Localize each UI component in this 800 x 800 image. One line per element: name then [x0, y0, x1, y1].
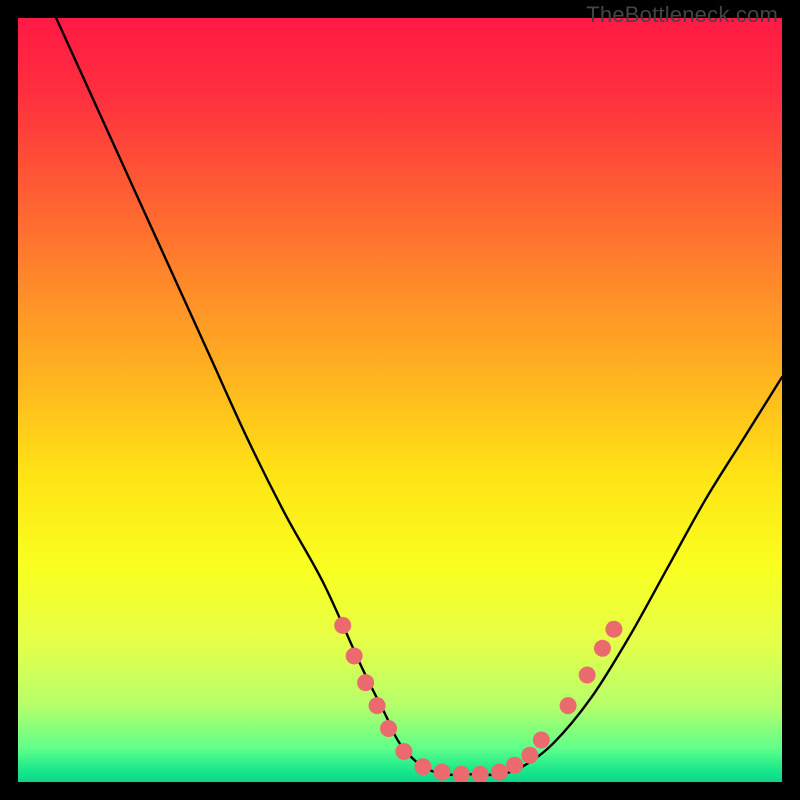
chart-frame: [18, 18, 782, 782]
gradient-background: [18, 18, 782, 782]
marker-dot: [334, 617, 351, 634]
marker-dot: [506, 757, 523, 774]
marker-dot: [560, 697, 577, 714]
marker-dot: [533, 731, 550, 748]
marker-dot: [579, 667, 596, 684]
marker-dot: [491, 764, 508, 781]
marker-dot: [414, 758, 431, 775]
marker-dot: [395, 743, 412, 760]
marker-dot: [605, 621, 622, 638]
watermark-text: TheBottleneck.com: [586, 2, 778, 28]
marker-dot: [346, 647, 363, 664]
marker-dot: [380, 720, 397, 737]
marker-dot: [434, 764, 451, 781]
bottleneck-chart: [18, 18, 782, 782]
marker-dot: [369, 697, 386, 714]
marker-dot: [357, 674, 374, 691]
marker-dot: [521, 747, 538, 764]
marker-dot: [594, 640, 611, 657]
